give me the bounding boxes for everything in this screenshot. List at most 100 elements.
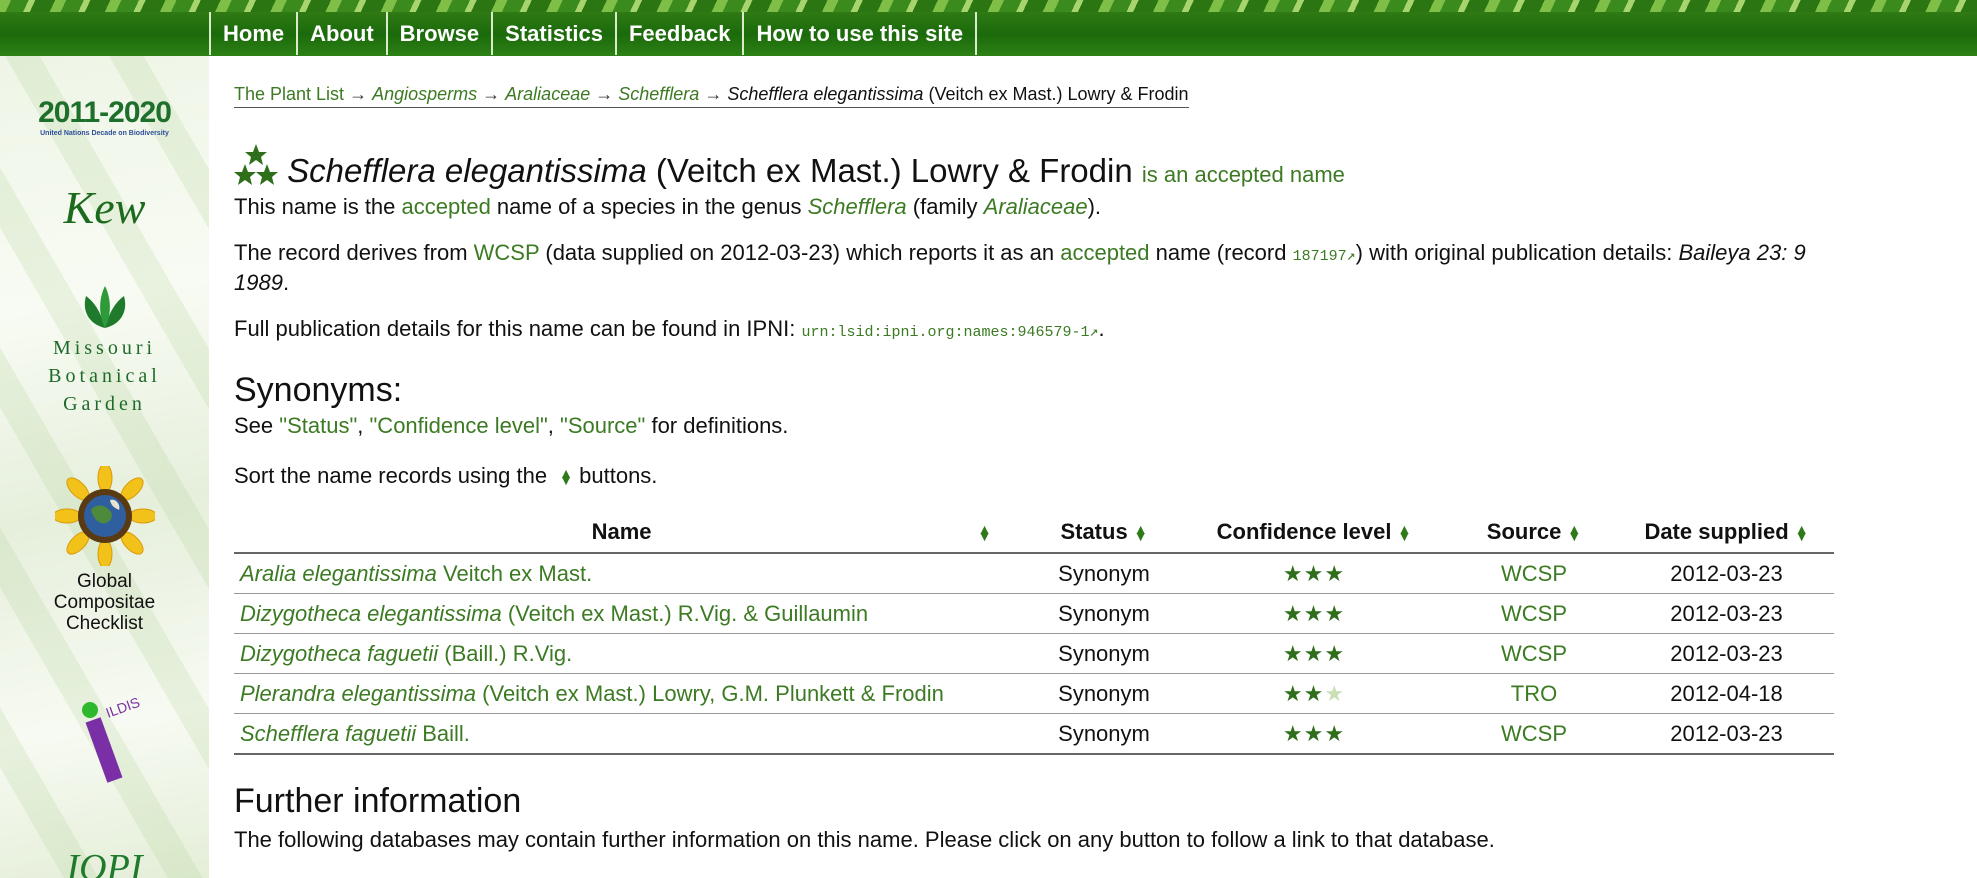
definitions-text: for definitions. (645, 413, 789, 438)
sort-source-button[interactable]: ▲ ▼ (1567, 522, 1581, 543)
gcc-line-3: Checklist (65, 613, 144, 634)
synonym-source-cell: WCSP (1449, 553, 1619, 594)
mbg-line-2: Botanical (48, 365, 161, 387)
nav-how-to-use[interactable]: How to use this site (742, 12, 978, 55)
ildis-logo[interactable]: ILDIS (0, 694, 209, 811)
para2-text-2: (data supplied on 2012-03-23) which repo… (539, 240, 1061, 265)
sort-name-button[interactable]: ▲ ▼ (978, 522, 992, 543)
genus-link-text: Schefflera (807, 194, 907, 219)
synonym-status: Synonym (1029, 553, 1179, 594)
synonym-name-link[interactable]: Dizygotheca elegantissima (Veitch ex Mas… (240, 601, 868, 626)
table-row: Aralia elegantissima Veitch ex Mast. Syn… (234, 553, 1834, 594)
breadcrumb-sep: → (704, 84, 723, 104)
synonym-status: Synonym (1029, 673, 1179, 714)
breadcrumb-angiosperms[interactable]: Angiosperms (372, 84, 477, 104)
synonym-name-link[interactable]: Aralia elegantissima Veitch ex Mast. (240, 561, 592, 586)
comma-2: , (547, 413, 561, 438)
missouri-botanical-garden-logo[interactable]: Missouri Botanical Garden (0, 284, 209, 418)
synonym-source-link[interactable]: TRO (1511, 681, 1557, 706)
nav-statistics[interactable]: Statistics (491, 12, 615, 55)
synonym-name-cell: Schefflera faguetii Baill. (234, 713, 1029, 755)
global-compositae-checklist-logo[interactable]: Global Compositae Checklist (0, 463, 209, 634)
synonym-date: 2012-03-23 (1619, 633, 1834, 674)
mbg-leaf-icon (84, 286, 125, 328)
col-header-confidence: Confidence level ▲ ▼ (1179, 512, 1449, 554)
synonym-date: 2012-03-23 (1619, 713, 1834, 755)
ildis-mark-icon: ILDIS (81, 694, 141, 783)
accepted-link[interactable]: accepted (402, 194, 491, 219)
sort-confidence-button[interactable]: ▲ ▼ (1397, 522, 1411, 543)
accepted-status-link[interactable]: accepted (1060, 240, 1149, 265)
sort-status-button[interactable]: ▲ ▼ (1134, 522, 1148, 543)
breadcrumb-araliaceae[interactable]: Araliaceae (505, 84, 590, 104)
breadcrumb-sep: → (482, 84, 501, 104)
synonyms-table: Name ▲ ▼ Status ▲ ▼ Confidence level ▲ ▼ Sourc… (234, 512, 1834, 755)
confidence-stars: ★★★ (1179, 553, 1449, 594)
gcc-line-2: Compositae (53, 592, 156, 613)
synonym-name-link[interactable]: Plerandra elegantissima (Veitch ex Mast.… (240, 681, 944, 706)
breadcrumb-current-name: Schefflera elegantissima (727, 84, 924, 104)
empty-star-icon: ★ (1324, 680, 1346, 706)
synonym-date: 2012-04-18 (1619, 673, 1834, 714)
status-definition-link[interactable]: "Status" (279, 413, 357, 438)
sort-arrows-icon: ▲ ▼ (559, 465, 574, 489)
col-header-status: Status ▲ ▼ (1029, 512, 1179, 554)
sort-text-2: buttons. (573, 463, 658, 488)
synonym-binomial: Plerandra elegantissima (240, 680, 477, 706)
synonym-name-cell: Dizygotheca elegantissima (Veitch ex Mas… (234, 593, 1029, 634)
comma-1: , (357, 413, 370, 438)
kew-logo[interactable]: Kew (0, 181, 209, 234)
nav-about[interactable]: About (296, 12, 386, 55)
record-source-sentence: The record derives from WCSP (data suppl… (234, 238, 1806, 272)
synonym-binomial: Dizygotheca faguetii (240, 640, 439, 666)
title-status-link[interactable]: is an accepted name (1142, 162, 1345, 187)
synonym-source-link[interactable]: WCSP (1501, 601, 1567, 626)
mbg-line-3: Garden (63, 393, 146, 415)
ildis-logo-text: ILDIS (103, 696, 141, 721)
source-definition-link[interactable]: "Source" (560, 413, 645, 438)
synonym-source-cell: TRO (1449, 673, 1619, 714)
un-biodiversity-decade-logo[interactable]: 2011-2020 United Nations Decade on Biodi… (0, 96, 209, 137)
col-header-date: Date supplied ▲ ▼ (1619, 512, 1834, 554)
col-header-source: Source ▲ ▼ (1449, 512, 1619, 554)
wcsp-source-link[interactable]: WCSP (474, 240, 540, 265)
synonym-binomial: Aralia elegantissima (240, 560, 437, 586)
breadcrumb-angiosperms-text: Angiosperms (372, 84, 478, 104)
breadcrumb-plant-list[interactable]: The Plant List (234, 84, 344, 104)
table-row: Dizygotheca elegantissima (Veitch ex Mas… (234, 593, 1834, 634)
synonym-source-link[interactable]: WCSP (1501, 641, 1567, 666)
synonym-status: Synonym (1029, 633, 1179, 674)
col-header-name-text: Name (591, 519, 652, 544)
para3-text-1: Full publication details for this name c… (234, 316, 802, 341)
breadcrumb-current-author: (Veitch ex Mast.) Lowry & Frodin (928, 84, 1189, 104)
sort-date-button[interactable]: ▲ ▼ (1795, 522, 1809, 543)
synonym-name-cell: Plerandra elegantissima (Veitch ex Mast.… (234, 673, 1029, 714)
ipni-lsid-link[interactable]: urn:lsid:ipni.org:names:946579-1↗ (801, 324, 1098, 341)
record-source-sentence-cont: 1989. (234, 268, 289, 298)
breadcrumb-sep: → (595, 84, 614, 104)
iopi-logo[interactable]: IOPI (0, 846, 209, 878)
para1-text-1: This name is the (234, 194, 402, 219)
genus-link[interactable]: Schefflera (808, 194, 907, 219)
synonym-source-link[interactable]: WCSP (1501, 561, 1567, 586)
breadcrumb-schefflera[interactable]: Schefflera (618, 84, 699, 104)
breadcrumb: The Plant List → Angiosperms → Araliacea… (234, 84, 1189, 108)
synonym-source-link[interactable]: WCSP (1501, 721, 1567, 746)
synonym-name-link[interactable]: Schefflera faguetii Baill. (240, 721, 470, 746)
main-nav: Home About Browse Statistics Feedback Ho… (209, 12, 978, 55)
record-id-link[interactable]: 187197↗ (1293, 248, 1356, 265)
confidence-definition-link[interactable]: "Confidence level" (370, 413, 548, 438)
family-link-text: Araliaceae (983, 194, 1088, 219)
un-decade-logo-subtext: United Nations Decade on Biodiversity (40, 130, 169, 137)
see-text: See (234, 413, 280, 438)
definitions-sentence: See "Status", "Confidence level", "Sourc… (234, 411, 788, 441)
confidence-stars: ★★★ (1179, 593, 1449, 634)
further-information-text: The following databases may contain furt… (234, 827, 1495, 852)
nav-home[interactable]: Home (209, 12, 296, 55)
sunflower-globe-icon (52, 463, 157, 569)
nav-browse[interactable]: Browse (385, 12, 491, 55)
synonym-author: (Baill.) R.Vig. (444, 640, 573, 666)
synonym-name-link[interactable]: Dizygotheca faguetii (Baill.) R.Vig. (240, 641, 572, 666)
nav-feedback[interactable]: Feedback (614, 12, 743, 55)
family-link[interactable]: Araliaceae (984, 194, 1088, 219)
